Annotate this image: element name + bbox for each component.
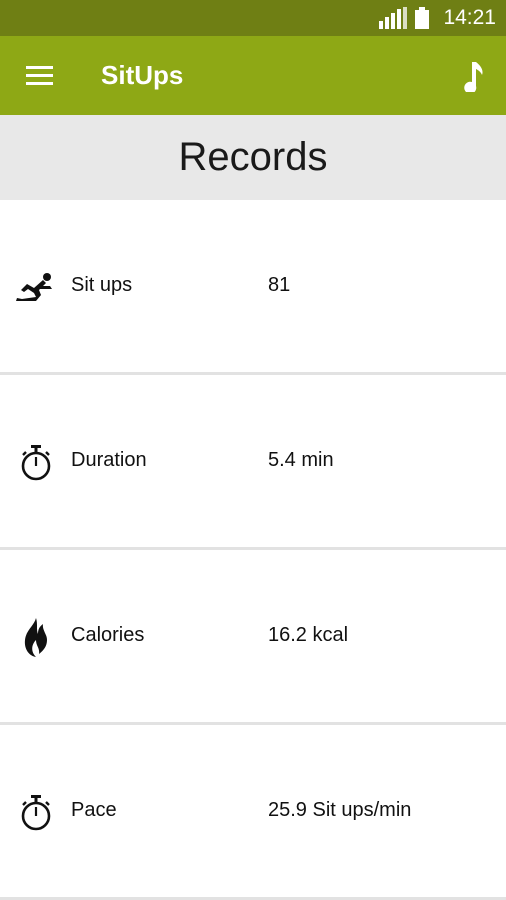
- stopwatch-icon: [21, 795, 51, 831]
- record-row-duration: Duration 5.4 min: [0, 375, 506, 550]
- stopwatch-icon: [21, 445, 51, 481]
- record-label: Pace: [71, 799, 117, 821]
- record-value: 81: [268, 274, 291, 296]
- menu-icon[interactable]: [26, 66, 54, 86]
- record-value: 5.4 min: [268, 449, 334, 471]
- record-value: 16.2 kcal: [268, 624, 349, 646]
- record-label: Calories: [71, 624, 145, 646]
- record-row-pace: Pace 25.9 Sit ups/min: [0, 725, 506, 900]
- flame-icon: [24, 618, 47, 657]
- app-title: SitUps: [101, 60, 184, 90]
- records-header: Records: [0, 115, 506, 200]
- record-label: Duration: [71, 449, 147, 471]
- record-label: Sit ups: [71, 274, 133, 296]
- battery-icon: [415, 7, 430, 29]
- page-title: Records: [178, 135, 328, 179]
- records-list: Sit ups 81 Duration 5.4 min Calories 16.…: [0, 200, 506, 900]
- app-bar: SitUps: [0, 36, 506, 115]
- status-bar: 14:21: [0, 0, 506, 36]
- situp-icon: [16, 273, 52, 301]
- record-row-situps: Sit ups 81: [0, 200, 506, 375]
- status-time: 14:21: [443, 6, 496, 29]
- signal-icon: [379, 7, 408, 29]
- music-note-icon[interactable]: [460, 60, 488, 92]
- record-value: 25.9 Sit ups/min: [268, 799, 412, 821]
- record-row-calories: Calories 16.2 kcal: [0, 550, 506, 725]
